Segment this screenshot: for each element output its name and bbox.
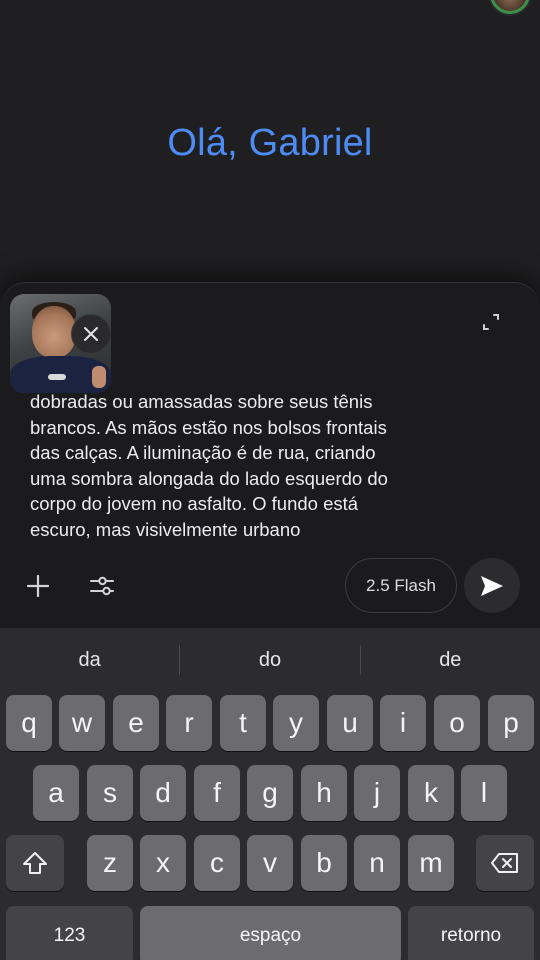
greeting-title: Olá, Gabriel (167, 122, 373, 164)
key-t[interactable]: t (220, 695, 266, 751)
account-avatar[interactable] (490, 0, 530, 14)
add-button[interactable] (22, 570, 54, 602)
prompt-composer: dobradas ou amassadas sobre seus tênis b… (0, 282, 540, 642)
key-p[interactable]: p (488, 695, 534, 751)
suggestion-bar: da do de (0, 628, 540, 692)
attached-image-thumbnail[interactable] (10, 294, 111, 393)
tools-button[interactable] (86, 570, 118, 602)
send-button[interactable] (464, 558, 520, 613)
key-q[interactable]: q (6, 695, 52, 751)
on-screen-keyboard: da do de q w e r t y u i o p a s d f g h… (0, 628, 540, 960)
expand-icon (483, 314, 499, 330)
send-icon (481, 575, 503, 596)
key-c[interactable]: c (194, 835, 240, 891)
key-d[interactable]: d (140, 765, 186, 821)
model-selector-button[interactable]: 2.5 Flash (345, 558, 457, 613)
key-l[interactable]: l (461, 765, 507, 821)
key-g[interactable]: g (247, 765, 293, 821)
key-x[interactable]: x (140, 835, 186, 891)
numbers-key[interactable]: 123 (6, 906, 133, 960)
key-u[interactable]: u (327, 695, 373, 751)
backspace-icon (491, 853, 518, 873)
backspace-key[interactable] (476, 835, 534, 891)
prompt-line: escuro, mas visivelmente urbano (30, 518, 301, 540)
prompt-line: uma sombra alongada do lado esquerdo do (30, 467, 388, 489)
space-key[interactable]: espaço (140, 906, 401, 960)
key-o[interactable]: o (434, 695, 480, 751)
key-i[interactable]: i (380, 695, 426, 751)
key-v[interactable]: v (247, 835, 293, 891)
shift-key[interactable] (6, 835, 64, 891)
key-j[interactable]: j (354, 765, 400, 821)
key-y[interactable]: y (273, 695, 319, 751)
photo-logo (48, 374, 66, 380)
remove-attachment-button[interactable] (71, 314, 111, 354)
prompt-input[interactable]: dobradas ou amassadas sobre seus tênis b… (30, 389, 440, 542)
plus-icon (26, 574, 50, 598)
prompt-line: das calças. A iluminação é de rua, crian… (30, 442, 376, 463)
prompt-line: dobradas ou amassadas sobre seus tênis (30, 391, 373, 412)
shift-icon (23, 852, 47, 874)
key-h[interactable]: h (301, 765, 347, 821)
sliders-icon (90, 576, 114, 596)
key-n[interactable]: n (354, 835, 400, 891)
expand-button[interactable] (480, 311, 502, 333)
prompt-line: corpo do jovem no asfalto. O fundo está (30, 493, 359, 514)
key-f[interactable]: f (194, 765, 240, 821)
key-b[interactable]: b (301, 835, 347, 891)
photo-face (32, 306, 76, 358)
prompt-line: brancos. As mãos estão nos bolsos fronta… (30, 416, 387, 438)
key-k[interactable]: k (408, 765, 454, 821)
key-z[interactable]: z (87, 835, 133, 891)
suggestion-item[interactable]: da (0, 649, 179, 672)
key-m[interactable]: m (408, 835, 454, 891)
suggestion-item[interactable]: do (180, 649, 359, 672)
close-icon (84, 327, 98, 341)
photo-thumb (92, 366, 106, 388)
return-key[interactable]: retorno (408, 906, 534, 960)
key-r[interactable]: r (166, 695, 212, 751)
suggestion-item[interactable]: de (361, 649, 540, 672)
key-w[interactable]: w (59, 695, 105, 751)
key-s[interactable]: s (87, 765, 133, 821)
key-e[interactable]: e (113, 695, 159, 751)
key-a[interactable]: a (33, 765, 79, 821)
